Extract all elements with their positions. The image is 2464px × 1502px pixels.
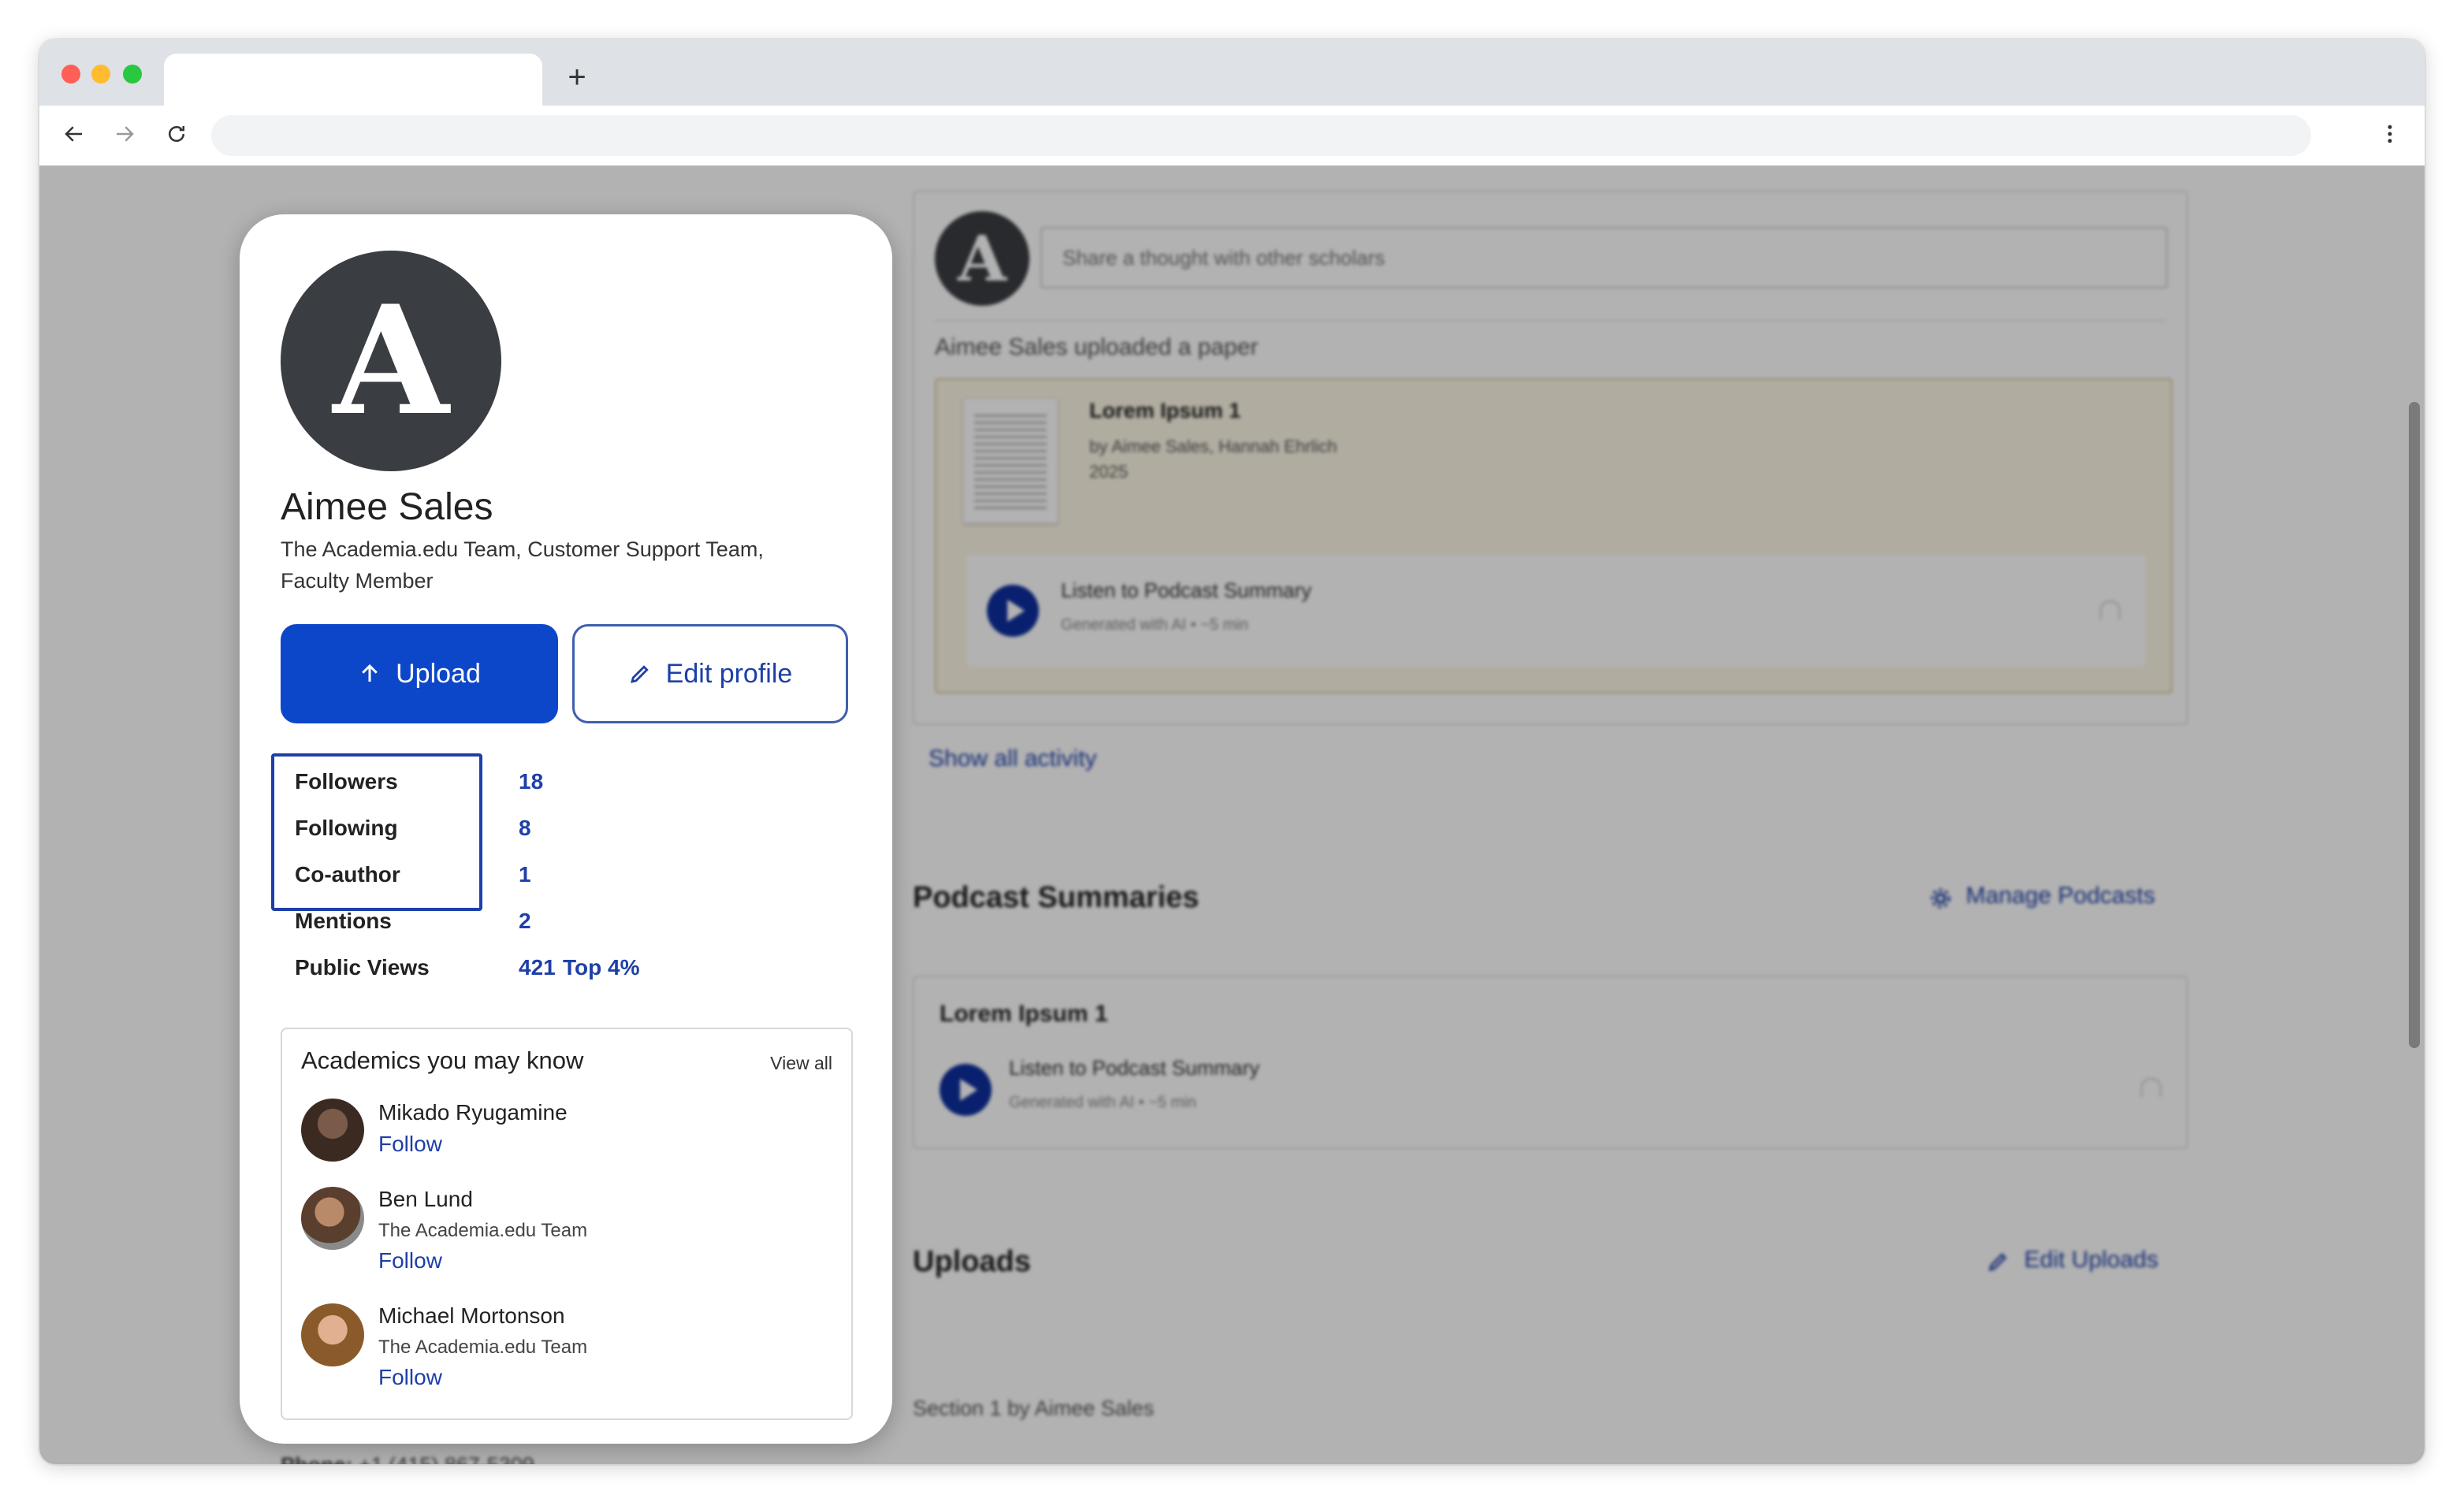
- new-tab-button[interactable]: +: [560, 60, 594, 95]
- arrow-left-icon: [65, 126, 82, 142]
- stat-mentions-label[interactable]: Mentions: [295, 909, 392, 934]
- active-tab[interactable]: [164, 54, 542, 106]
- stat-public-views-label[interactable]: Public Views: [295, 955, 430, 980]
- avatar-letter: A: [333, 273, 449, 448]
- avatar[interactable]: [301, 1099, 364, 1162]
- stat-followers-value[interactable]: 18: [519, 769, 543, 794]
- close-window-button[interactable]: [61, 65, 80, 84]
- reload-button[interactable]: [159, 117, 194, 151]
- tab-strip: +: [39, 39, 2425, 106]
- stat-coauthor-value[interactable]: 1: [519, 862, 531, 887]
- follow-button[interactable]: Follow: [378, 1365, 442, 1390]
- academics-suggestions: Academics you may know View all Mikado R…: [281, 1028, 853, 1420]
- profile-affiliation-line2: Faculty Member: [281, 569, 434, 593]
- profile-card: A Aimee Sales The Academia.edu Team, Cus…: [240, 214, 892, 1444]
- arrow-right-icon: [117, 126, 134, 142]
- suggestion-name[interactable]: Ben Lund: [378, 1187, 473, 1212]
- suggestions-title: Academics you may know: [301, 1047, 584, 1074]
- edit-profile-label: Edit profile: [665, 658, 793, 689]
- avatar[interactable]: [301, 1187, 364, 1250]
- browser-menu-button[interactable]: [2373, 117, 2407, 151]
- suggestion-affiliation: The Academia.edu Team: [378, 1220, 588, 1241]
- edit-profile-button[interactable]: Edit profile: [572, 624, 848, 723]
- suggestion-name[interactable]: Mikado Ryugamine: [378, 1100, 568, 1125]
- upload-button[interactable]: Upload: [281, 624, 558, 723]
- address-bar[interactable]: [211, 115, 2311, 156]
- profile-affiliation-line1: The Academia.edu Team, Customer Support …: [281, 537, 764, 561]
- suggestion-affiliation: The Academia.edu Team: [378, 1337, 588, 1358]
- stat-followers-label[interactable]: Followers: [295, 769, 398, 794]
- follow-button[interactable]: Follow: [378, 1132, 442, 1157]
- view-all-link[interactable]: View all: [770, 1053, 832, 1074]
- maximize-window-button[interactable]: [123, 65, 142, 84]
- profile-avatar: A: [281, 251, 501, 471]
- reload-icon: [169, 126, 184, 142]
- follow-button[interactable]: Follow: [378, 1248, 442, 1273]
- stat-following-value[interactable]: 8: [519, 816, 531, 841]
- stat-public-views-rank[interactable]: Top 4%: [563, 955, 639, 980]
- back-button[interactable]: [57, 117, 91, 151]
- browser-window: + A Share a thought with other scholars: [39, 39, 2425, 1464]
- avatar[interactable]: [301, 1303, 364, 1366]
- kebab-menu-icon: [2388, 125, 2392, 143]
- suggestion-name[interactable]: Michael Mortonson: [378, 1303, 565, 1329]
- scrollbar-thumb[interactable]: [2409, 402, 2420, 1048]
- pencil-icon: [630, 665, 649, 683]
- stat-coauthor-label[interactable]: Co-author: [295, 862, 400, 887]
- forward-button[interactable]: [107, 117, 142, 151]
- arrow-up-icon: [362, 664, 378, 682]
- stat-mentions-value[interactable]: 2: [519, 909, 531, 934]
- upload-button-label: Upload: [396, 658, 481, 689]
- profile-name: Aimee Sales: [281, 486, 493, 528]
- page-viewport: A Share a thought with other scholars Ai…: [39, 165, 2425, 1464]
- stat-public-views-value[interactable]: 421: [519, 955, 556, 980]
- stat-following-label[interactable]: Following: [295, 816, 398, 841]
- browser-toolbar: [39, 106, 2425, 165]
- minimize-window-button[interactable]: [91, 65, 110, 84]
